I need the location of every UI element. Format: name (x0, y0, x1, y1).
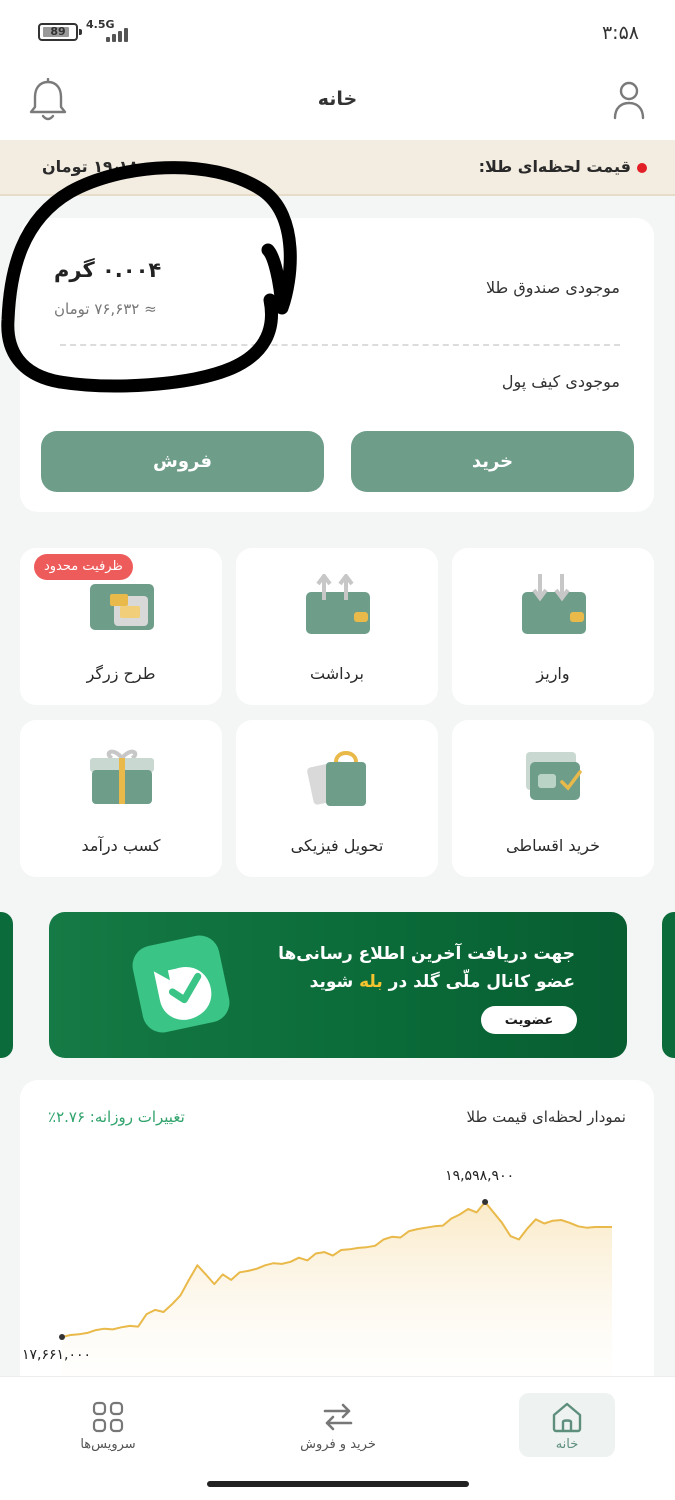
service-earn-income[interactable]: کسب درآمد (20, 720, 222, 877)
home-indicator (207, 1481, 469, 1487)
service-earn-label: کسب درآمد (81, 836, 161, 855)
banner-line2: عضو کانال ملّی گلد در بله شوید (309, 972, 575, 992)
nav-home-label: خانه (555, 1437, 579, 1452)
service-deposit-label: واریز (536, 664, 570, 683)
nav-trade-label: خرید و فروش (300, 1437, 376, 1452)
nav-services[interactable]: سرویس‌ها (48, 1393, 168, 1457)
grid-services-icon (92, 1401, 124, 1433)
service-installment-label: خرید اقساطی (506, 836, 600, 855)
signal-icon (88, 26, 130, 42)
gift-icon (90, 749, 154, 804)
banner-next-peek[interactable] (662, 912, 675, 1058)
gold-price-label: قیمت لحظه‌ای طلا: (478, 157, 631, 176)
live-dot-icon (637, 163, 647, 173)
sell-button[interactable]: فروش (41, 431, 324, 492)
nav-home[interactable]: خانه (519, 1393, 615, 1457)
user-profile-icon[interactable] (613, 80, 645, 120)
swap-arrows-icon (323, 1403, 353, 1431)
chart-min-label: ۱۷,۶۶۱,۰۰۰ (22, 1347, 92, 1363)
service-zargar-label: طرح زرگر (86, 664, 156, 683)
chart-min-point (59, 1334, 65, 1340)
withdraw-wallet-icon (306, 574, 370, 634)
status-time: ۳:۵۸ (601, 22, 639, 44)
service-withdraw-label: برداشت (310, 664, 364, 683)
banner-prev-peek[interactable] (0, 912, 13, 1058)
shopping-bag-icon (307, 751, 366, 806)
battery-icon: 89 (38, 23, 82, 41)
promo-banner[interactable]: جهت دریافت آخرین اطلاع رسانی‌ها عضو کانا… (49, 912, 627, 1058)
installment-card-icon (526, 752, 582, 800)
buy-button[interactable]: خرید (351, 431, 634, 492)
nav-trade[interactable]: خرید و فروش (278, 1393, 398, 1457)
chart-max-point (482, 1199, 489, 1205)
service-deposit[interactable]: واریز (452, 548, 654, 705)
page-title: خانه (317, 88, 358, 110)
limited-capacity-badge: ظرفیت محدود (34, 554, 133, 580)
gold-bars-icon (90, 584, 154, 630)
status-bar: 89 4.5G ۳:۵۸ (0, 0, 675, 62)
scribble-annotation (1, 161, 297, 393)
deposit-wallet-icon (522, 574, 586, 634)
nav-services-label: سرویس‌ها (80, 1437, 136, 1452)
gold-price-chart-card: نمودار لحظه‌ای قیمت طلا تغییرات روزانه: … (20, 1080, 654, 1380)
app-header: خانه (0, 62, 675, 140)
join-channel-button[interactable]: عضویت (481, 1006, 577, 1034)
service-withdraw[interactable]: برداشت (236, 548, 438, 705)
service-physical-delivery[interactable]: تحویل فیزیکی (236, 720, 438, 877)
home-icon (552, 1402, 582, 1433)
bale-logo-icon (132, 935, 230, 1033)
wallet-balance-label: موجودی کیف پول (501, 372, 620, 391)
chart-area-fill (62, 1202, 612, 1380)
service-installment[interactable]: خرید اقساطی (452, 720, 654, 877)
chart-max-label: ۱۹,۵۹۸,۹۰۰ (445, 1168, 515, 1184)
price-line-chart[interactable] (20, 1080, 654, 1380)
banner-line1: جهت دریافت آخرین اطلاع رسانی‌ها (278, 944, 575, 964)
gold-box-balance-label: موجودی صندوق طلا (485, 278, 620, 297)
service-delivery-label: تحویل فیزیکی (290, 836, 384, 855)
